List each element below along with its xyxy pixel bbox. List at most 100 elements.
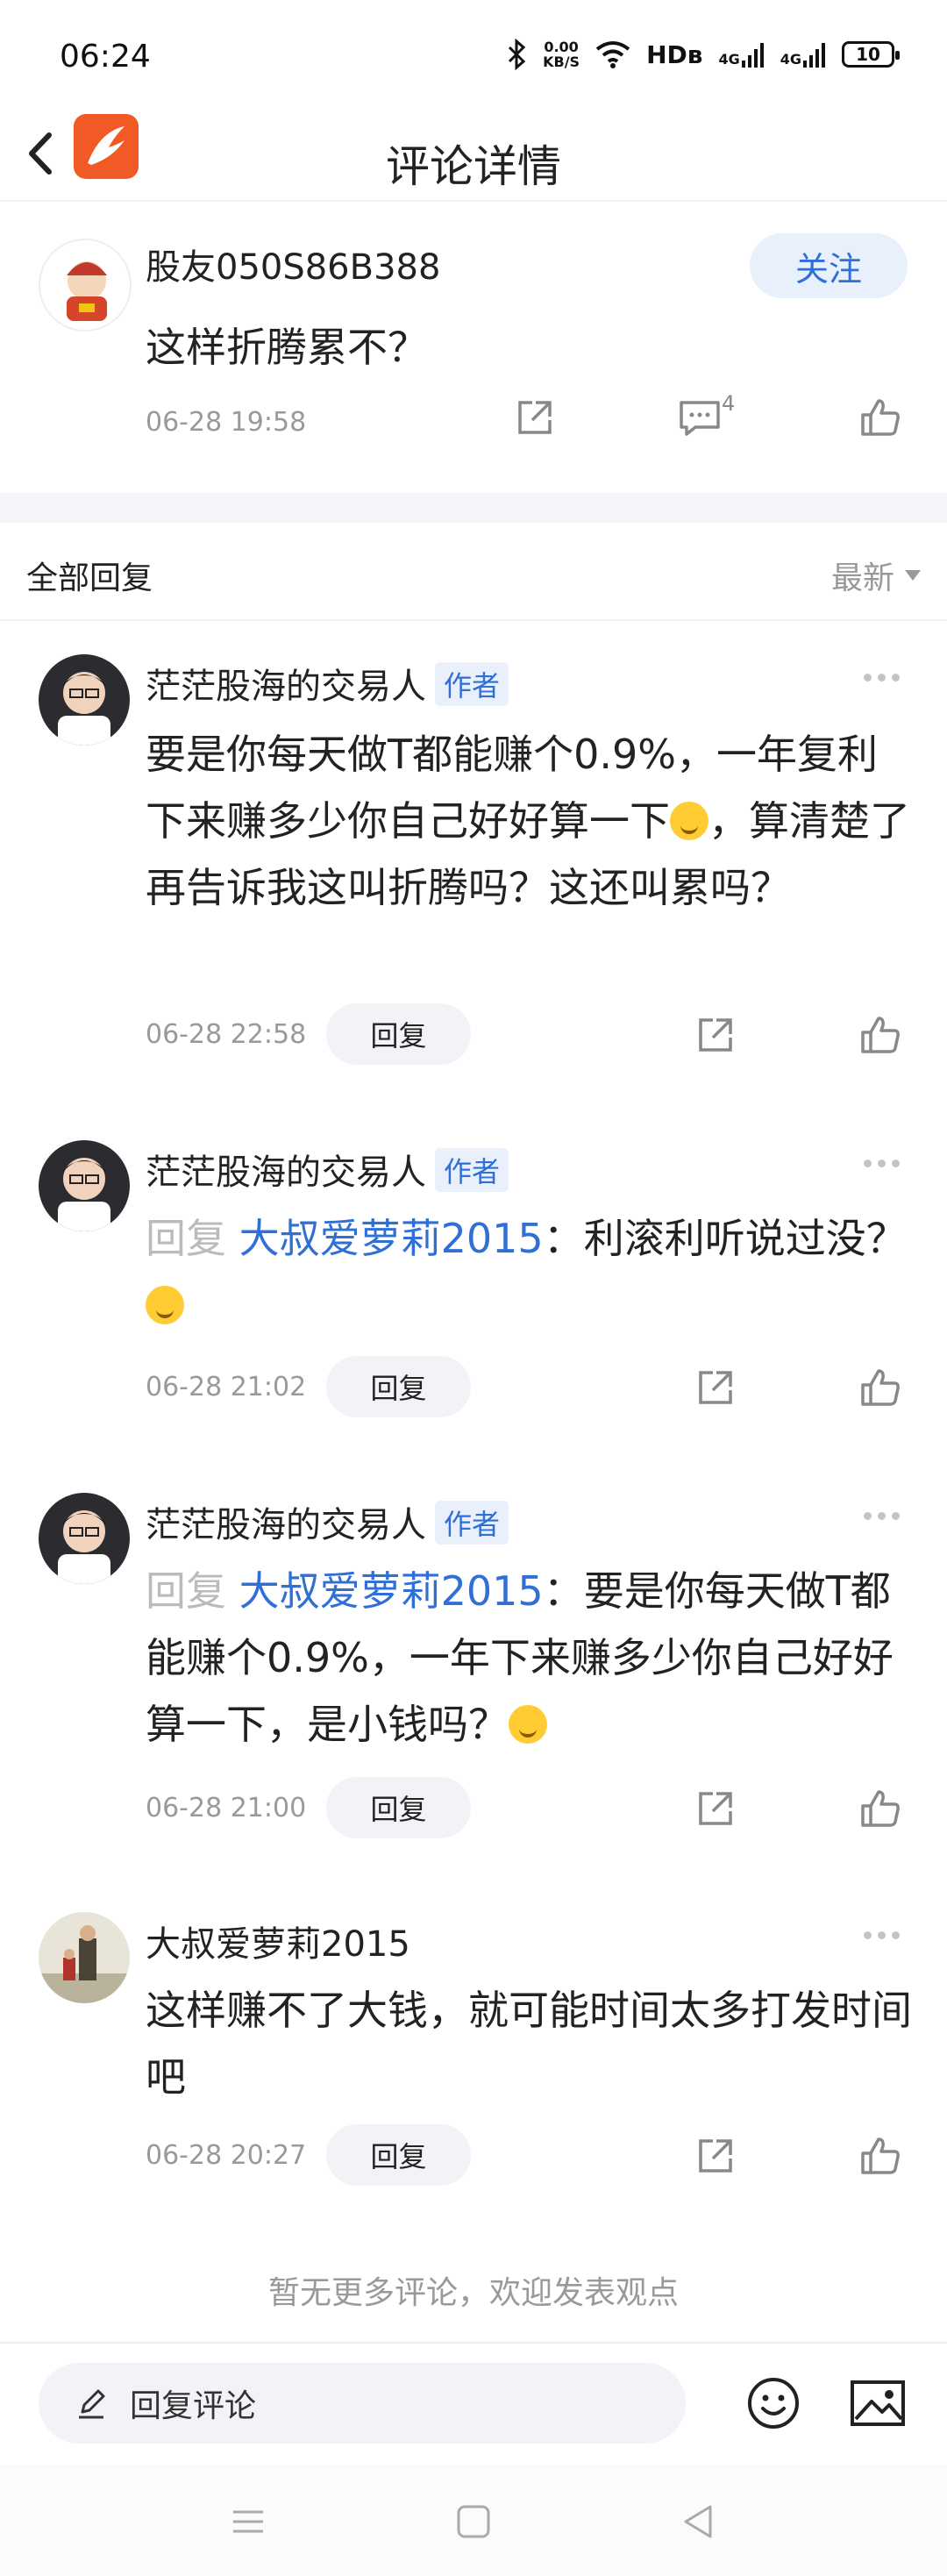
reply-item: 大叔爱萝莉2015 这样赚不了大钱，就可能时间太多打发时间吧 06-28 20:…: [0, 1880, 947, 2214]
signal-1-icon: 4G: [718, 41, 764, 68]
reply-button[interactable]: 回复: [326, 1003, 471, 1065]
reply-colon: ：: [543, 1215, 584, 1262]
reply-text-part: 利滚利听说过没？: [583, 1215, 907, 1262]
comment-time: 06-28 19:58: [146, 407, 307, 438]
recent-apps-button[interactable]: [226, 2500, 270, 2544]
more-dot-icon: [878, 1159, 886, 1167]
image-icon: [851, 2380, 905, 2426]
reply-button[interactable]: 回复: [326, 2124, 471, 2186]
share-button[interactable]: [509, 391, 561, 444]
reply-button[interactable]: 回复: [326, 1356, 471, 1417]
battery-icon: 10: [842, 41, 900, 68]
reply-colon: ：: [543, 1567, 584, 1615]
sort-dropdown[interactable]: 最新: [831, 553, 921, 598]
like-button[interactable]: [854, 1361, 907, 1414]
share-icon: [699, 1792, 732, 1825]
reply-time: 06-28 22:58: [146, 1019, 307, 1050]
more-options-button[interactable]: [864, 1507, 908, 1524]
wifi-icon: [595, 41, 630, 68]
thumbs-up-icon: [861, 399, 900, 436]
share-icon: [518, 401, 552, 434]
grin-emoji-icon: [146, 1286, 184, 1324]
more-dot-icon: [864, 1159, 872, 1167]
sort-label: 最新: [830, 560, 894, 596]
more-dot-icon: [864, 1511, 872, 1520]
follow-button[interactable]: 关注: [750, 233, 908, 298]
more-options-button[interactable]: [864, 1926, 908, 1944]
net-speed: 0.00 KB/S: [543, 39, 580, 69]
comment-button[interactable]: [673, 391, 726, 444]
thumbs-up-icon: [861, 1017, 900, 1053]
like-button[interactable]: [854, 1782, 907, 1835]
smiley-icon: [748, 2378, 799, 2429]
more-dot-icon: [878, 673, 886, 681]
share-button[interactable]: [689, 1782, 742, 1835]
like-button[interactable]: [854, 1009, 907, 1061]
share-icon: [699, 2139, 732, 2173]
page-header: 评论详情: [0, 105, 947, 202]
like-button[interactable]: [854, 391, 907, 444]
share-icon: [699, 1371, 732, 1404]
reply-author-name[interactable]: 大叔爱萝莉2015: [146, 1924, 410, 1965]
more-options-button[interactable]: [864, 668, 908, 686]
reply-author: 大叔爱萝莉2015: [146, 1916, 410, 1966]
reply-author-name[interactable]: 茫茫股海的交易人: [146, 1505, 426, 1545]
bluetooth-icon: [509, 39, 526, 70]
avatar[interactable]: [39, 1493, 130, 1584]
no-more-comments-note: 暂无更多评论，欢迎发表观点: [267, 2275, 679, 2311]
reply-input-placeholder: 回复评论: [130, 2388, 257, 2424]
author-badge: 作者: [435, 1501, 509, 1545]
reply-to-user[interactable]: 大叔爱萝莉2015: [239, 1567, 544, 1615]
reply-author-name[interactable]: 茫茫股海的交易人: [146, 667, 426, 707]
replies-header: 全部回复 最新: [0, 523, 947, 621]
reply-author: 茫茫股海的交易人 作者: [146, 658, 509, 709]
system-back-button[interactable]: [677, 2500, 721, 2544]
avatar[interactable]: [39, 654, 130, 746]
share-button[interactable]: [689, 1009, 742, 1061]
thumbs-up-icon: [861, 2137, 900, 2174]
status-bar: 06:24 0.00 KB/S HDв 4G 4G 10: [0, 0, 947, 105]
reply-item: 茫茫股海的交易人 作者 回复 大叔爱萝莉2015：要是你每天做T都能赚个0.9%，…: [0, 1461, 947, 1838]
reply-author: 茫茫股海的交易人 作者: [146, 1496, 509, 1547]
more-dot-icon: [864, 673, 872, 681]
image-button[interactable]: [849, 2377, 907, 2430]
section-divider: [0, 493, 947, 523]
more-dot-icon: [892, 673, 900, 681]
home-button[interactable]: [452, 2500, 495, 2544]
share-button[interactable]: [689, 2130, 742, 2182]
avatar-image: [39, 1140, 130, 1231]
avatar[interactable]: [39, 1912, 130, 2003]
reply-author-name[interactable]: 茫茫股海的交易人: [146, 1152, 426, 1193]
smirk-emoji-icon: [509, 1705, 547, 1744]
reply-button[interactable]: 回复: [326, 1777, 471, 1838]
signal-1-label: 4G: [718, 51, 740, 68]
avatar-image: [39, 1493, 130, 1584]
reply-time: 06-28 21:00: [146, 1793, 307, 1823]
author-badge: 作者: [435, 1148, 509, 1192]
more-options-button[interactable]: [864, 1154, 908, 1172]
comment-author[interactable]: 股友050S86B388: [146, 239, 440, 289]
net-speed-unit: KB/S: [543, 54, 580, 70]
emoji-button[interactable]: [745, 2375, 801, 2431]
battery-level: 10: [856, 44, 880, 65]
avatar[interactable]: [39, 239, 132, 332]
page-title: 评论详情: [386, 141, 561, 192]
more-dot-icon: [864, 1930, 872, 1939]
reply-to-user[interactable]: 大叔爱萝莉2015: [239, 1215, 544, 1262]
reply-input[interactable]: 回复评论: [39, 2363, 686, 2444]
thumbs-up-icon: [861, 1790, 900, 1827]
like-button[interactable]: [854, 2130, 907, 2182]
avatar-image: [40, 240, 130, 330]
square-icon: [457, 2505, 490, 2538]
avatar[interactable]: [39, 1140, 130, 1231]
smirk-emoji-icon: [670, 802, 708, 840]
comment-icon: [680, 401, 720, 436]
reply-text: 回复 大叔爱萝莉2015：利滚利听说过没？: [146, 1205, 917, 1338]
share-button[interactable]: [689, 1361, 742, 1414]
menu-icon: [233, 2510, 263, 2533]
signal-2-icon: 4G: [780, 41, 826, 68]
net-speed-value: 0.00: [544, 39, 579, 55]
reply-prefix: 回复: [146, 1215, 239, 1262]
more-dot-icon: [892, 1159, 900, 1167]
pencil-icon: [79, 2389, 105, 2419]
